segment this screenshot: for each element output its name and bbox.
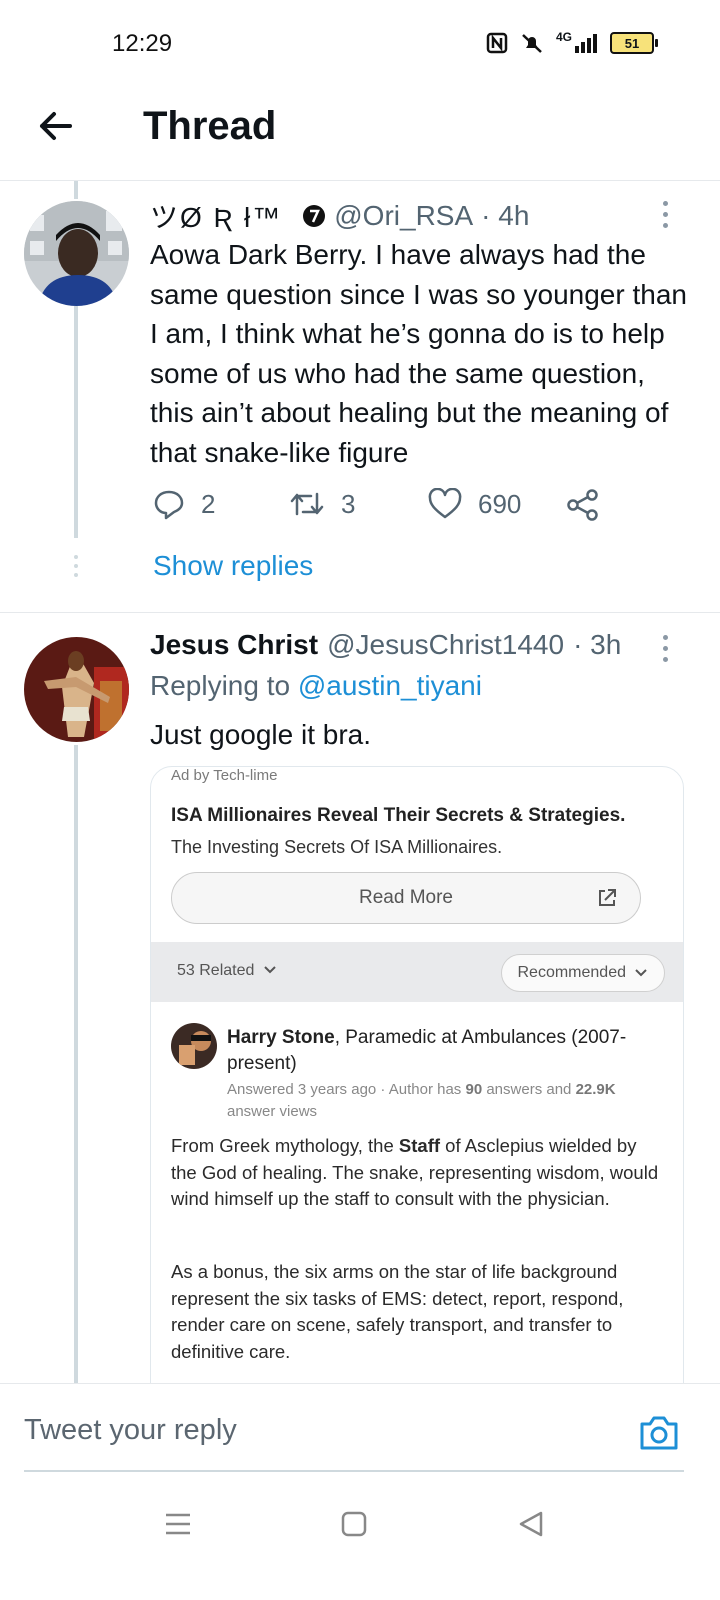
tweet-reply-input[interactable]: Tweet your reply [24,1414,237,1447]
more-options-icon[interactable] [663,201,671,228]
answer-paragraph-2: As a bonus, the six arms on the star of … [171,1261,624,1362]
network-label: 4G [555,30,572,44]
mute-icon [522,34,542,53]
handle[interactable]: @JesusChrist1440 [327,629,564,661]
back-nav-icon[interactable] [517,1510,545,1538]
battery-level: 51 [624,35,640,51]
ad-attribution: Ad by Tech-lime [171,767,278,784]
thread-line [74,306,78,538]
reply-button[interactable]: 2 [153,488,215,520]
retweet-icon [290,492,324,516]
timestamp: · 3h [573,629,622,660]
answer-meta-prefix: Answered 3 years ago · Author has [227,1081,466,1098]
status-time: 12:29 [112,30,173,57]
status-icons: 4G 51 [486,30,658,54]
like-button[interactable]: 690 [428,488,521,520]
answer-text-bold: Staff [398,1135,441,1156]
thread-dots [74,555,78,577]
battery-icon: 51 [610,32,658,54]
retweet-button[interactable]: 3 [289,488,355,520]
home-icon[interactable] [341,1511,367,1537]
handle[interactable]: @Ori_RSA [334,200,473,232]
answer-meta: Answered 3 years ago · Author has 90 ans… [227,1079,647,1123]
replying-to-handle[interactable]: @austin_tiyani [298,670,482,701]
more-options-icon[interactable] [663,635,671,662]
read-more-label: Read More [359,887,453,908]
chevron-down-icon [635,969,647,977]
signal-icon [575,34,597,53]
tweet-header: Jesus Christ @JesusChrist1440 · 3h [150,629,621,661]
sort-label: Recommended [517,964,627,981]
related-count: 53 Related [177,962,255,979]
answer-text: From Greek mythology, the [171,1135,399,1156]
show-replies-link[interactable]: Show replies [153,550,313,582]
system-nav-bar [0,1488,720,1600]
reply-count: 2 [201,488,216,519]
reply-bar: Tweet your reply [0,1383,720,1489]
answers-count: 90 [465,1081,483,1098]
answer-meta-mid: answers and [482,1081,576,1098]
ad-title[interactable]: ISA Millionaires Reveal Their Secrets & … [171,805,625,827]
tweet-divider [0,612,720,613]
back-arrow-icon[interactable] [34,104,78,148]
replying-to: Replying to @austin_tiyani [150,670,482,702]
chevron-down-icon [264,966,276,974]
thread-line [74,745,78,1385]
share-icon[interactable] [566,488,600,522]
ad-card[interactable]: Ad by Tech-lime ISA Millionaires Reveal … [150,766,684,1408]
page-title: Thread [143,104,277,148]
thread-line-top [74,181,78,199]
like-count: 690 [478,488,522,519]
display-name[interactable]: Jesus Christ [150,629,318,661]
tweet-text: Just google it bra. [150,719,372,750]
answer-paragraph-1: From Greek mythology, the Staff of Ascle… [171,1133,661,1213]
answer-meta-suffix: answer views [227,1103,318,1120]
retweet-count: 3 [341,488,356,519]
seven-badge-icon [303,205,326,227]
timestamp: · 4h [481,200,530,231]
tweet-header: ツØ Ʀ ł™ @Ori_RSA · 4h [150,196,529,236]
ad-subtitle: The Investing Secrets Of ISA Millionaire… [171,837,503,857]
reply-icon [154,490,184,520]
reply-input-underline [24,1470,684,1472]
nfc-icon [486,32,508,54]
sort-dropdown[interactable]: Recommended [500,954,665,992]
answer-author-name[interactable]: Harry Stone [227,1027,335,1048]
display-name[interactable]: ツØ Ʀ ł™ [150,196,282,236]
header-divider [0,180,720,181]
related-bar: 53 Related Recommended [151,942,683,1002]
read-more-button[interactable]: Read More [171,872,641,924]
menu-icon[interactable] [164,1510,192,1538]
avatar[interactable] [24,201,129,306]
replying-to-label: Replying to [150,670,291,701]
answer-author: Harry Stone, Paramedic at Ambulances (20… [227,1025,647,1077]
heart-icon [428,488,462,519]
answer-author-avatar[interactable] [171,1023,217,1069]
camera-icon[interactable] [638,1414,680,1452]
answer-views: 22.9K [575,1081,616,1098]
external-link-icon [599,889,616,906]
related-dropdown[interactable]: 53 Related [177,962,277,980]
tweet-text: Aowa Dark Berry. I have always had the s… [150,239,687,468]
avatar[interactable] [24,637,129,742]
